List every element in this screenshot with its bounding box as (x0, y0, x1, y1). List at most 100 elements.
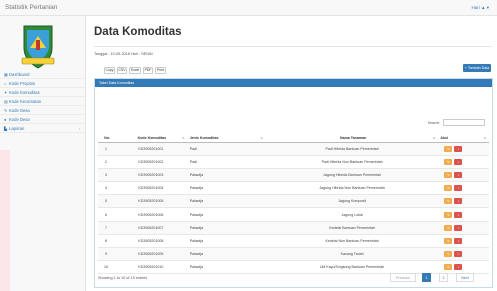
edit-button[interactable]: ✎ (444, 185, 453, 192)
csv-button[interactable]: CSV (117, 67, 127, 74)
column-header-no[interactable]: No. ▲ (98, 134, 115, 143)
sidebar-item-label: Kode Desa (9, 117, 30, 122)
row-number: 10 (98, 260, 115, 275)
title-divider (94, 46, 492, 47)
excel-button[interactable]: Excel (129, 67, 141, 74)
row-number: 5 (98, 194, 115, 209)
kode-komoditas-cell: KD3905201003 (114, 168, 188, 183)
table-row: 1 KD3905201001 Padi Padi Hibrida Bantuan Pe… (98, 142, 489, 156)
edit-button[interactable]: ✎ (444, 237, 453, 244)
sidebar-item-dashboard[interactable]: ▦Dashboard (0, 70, 86, 79)
report-icon: ▙ (4, 126, 8, 131)
actions-cell: ✎ ▪ (438, 260, 489, 275)
table-row: 9 KD3905201009 Palawija Kacang Tanah ✎ ▪ (98, 247, 489, 262)
nama-tanaman-cell: Jagung Hibrida Non Bantuan Pemerintah (265, 181, 439, 196)
list-icon: ▤ (4, 99, 8, 104)
edit-button[interactable]: ✎ (444, 251, 453, 258)
search-label: Search: (427, 121, 440, 125)
kode-komoditas-cell: KD3905201005 (114, 194, 188, 209)
print-button[interactable]: Print (155, 67, 166, 74)
sidebar-item-kode-desa[interactable]: ✎ Kode Desa (0, 106, 86, 115)
trash-icon: ▪ (457, 265, 459, 270)
sidebar: ▦Dashboard ⌂ Kode Propinsi ✦ Kode Komodita… (0, 16, 86, 291)
delete-button[interactable]: ▪ (454, 185, 463, 192)
trash-icon: ▪ (457, 212, 459, 217)
pagination-page-1[interactable]: 1 (422, 273, 431, 282)
edit-button[interactable]: ✎ (444, 211, 453, 218)
top-navbar: Statistik Pertanian Hari ▲ ▾ (0, 0, 497, 16)
table-row: 7 KD3905201007 Palawija Kedelai Bantuan Pem… (98, 221, 489, 235)
jenis-komoditas-cell: Palawija (187, 168, 266, 183)
pencil-icon: ✎ (447, 199, 450, 204)
kode-komoditas-cell: KD3905201008 (114, 234, 188, 249)
sidebar-item-kode-kecamatan[interactable]: ▤Kode Kecamatan (0, 97, 86, 106)
jenis-komoditas-cell: Palawija (187, 221, 266, 235)
column-header-jenis[interactable]: Jenis Komoditas ⇅ (187, 134, 266, 143)
pagination-next[interactable]: Next (456, 273, 474, 282)
nama-tanaman-cell: Kedelai Non Bantuan Pemerintah (265, 234, 439, 249)
row-number: 7 (98, 221, 115, 235)
column-header-kode[interactable]: Kode Komoditas ⇅ (114, 134, 188, 143)
delete-button[interactable]: ▪ (454, 171, 463, 178)
pencil-icon: ✎ (447, 265, 450, 270)
add-data-button[interactable]: + Tambah Data (463, 64, 491, 72)
copy-button[interactable]: Copy (104, 67, 115, 74)
app-brand[interactable]: Statistik Pertanian (5, 4, 57, 11)
edit-button[interactable]: ✎ (444, 264, 453, 271)
kode-komoditas-cell: KD3905201009 (114, 247, 188, 262)
jenis-komoditas-cell: Palawija (187, 194, 266, 209)
column-header-aksi[interactable]: Aksi ⇅ (438, 134, 489, 143)
delete-button[interactable]: ▪ (454, 264, 463, 271)
delete-button[interactable]: ▪ (454, 224, 463, 231)
column-label: Jenis Komoditas (189, 135, 219, 140)
delete-button[interactable]: ▪ (454, 158, 463, 165)
sidebar-item-label: Dashboard (9, 72, 30, 77)
edit-button[interactable]: ✎ (444, 198, 453, 205)
delete-button[interactable]: ▪ (454, 198, 463, 205)
pencil-icon: ✎ (447, 252, 450, 257)
jenis-komoditas-cell: Palawija (187, 207, 266, 222)
table-row: 6 KD3905201006 Palawija Jagung Lokal ✎ ▪ (98, 207, 489, 222)
search-input[interactable] (443, 119, 485, 126)
pdf-button[interactable]: PDF (143, 67, 153, 74)
sidebar-item-laporan[interactable]: ▙ Laporan ‹ (0, 124, 86, 133)
delete-button[interactable]: ▪ (454, 211, 463, 218)
trash-icon: ▪ (457, 238, 459, 243)
sidebar-item-kode-desa-2[interactable]: ● Kode Desa (0, 115, 86, 124)
date-line: Tanggal : 10-09-2018 Hari : SENIN (94, 52, 153, 56)
leaf-icon: ✦ (4, 90, 8, 95)
edit-icon: ✎ (4, 108, 8, 113)
column-header-nama[interactable]: Nama Tanaman ⇅ (265, 134, 439, 143)
regency-crest-logo (21, 25, 55, 69)
table-row: 3 KD3905201003 Palawija Jagung Hibrida Bant… (98, 168, 489, 183)
table-row: 10 KD3905201010 Palawija Ubi Kayu/Singkong … (98, 260, 489, 275)
sidebar-item-kode-komoditas[interactable]: ✦ Kode Komoditas (0, 88, 86, 97)
trash-icon: ▪ (457, 159, 459, 164)
user-menu[interactable]: Hari ▲ ▾ (472, 5, 489, 11)
delete-button[interactable]: ▪ (454, 251, 463, 258)
edit-button[interactable]: ✎ (444, 171, 453, 178)
edit-button[interactable]: ✎ (444, 158, 453, 165)
nama-tanaman-cell: Padi Hibrida Non Bantuan Pemerintah (265, 155, 439, 169)
nama-tanaman-cell: Jagung Hibrida Bantuan Pemerintah (265, 168, 439, 183)
actions-cell: ✎ ▪ (438, 247, 489, 262)
pagination-previous[interactable]: Previous (390, 273, 416, 282)
sort-icon: ▲ (108, 136, 112, 140)
table-row: 4 KD3905201004 Palawija Jagung Hibrida Non … (98, 181, 489, 196)
home-icon: ⌂ (4, 81, 7, 86)
delete-button[interactable]: ▪ (454, 237, 463, 244)
trash-icon: ▪ (457, 172, 459, 177)
pencil-icon: ✎ (447, 225, 450, 230)
user-icon: ● (4, 117, 7, 122)
pagination-page-2[interactable]: 2 (439, 273, 448, 282)
nama-tanaman-cell: Jagung Komposit (265, 194, 439, 209)
delete-button[interactable]: ▪ (454, 145, 463, 152)
trash-icon: ▪ (457, 252, 459, 257)
actions-cell: ✎ ▪ (438, 181, 489, 196)
table-area: Search: No. ▲ Kode Komoditas ⇅ Jenis Komod… (94, 78, 493, 282)
sidebar-item-label: Kode Kecamatan (9, 99, 42, 104)
sidebar-item-kode-propinsi[interactable]: ⌂ Kode Propinsi (0, 79, 86, 88)
pencil-icon: ✎ (447, 159, 450, 164)
edit-button[interactable]: ✎ (444, 145, 453, 152)
edit-button[interactable]: ✎ (444, 224, 453, 231)
